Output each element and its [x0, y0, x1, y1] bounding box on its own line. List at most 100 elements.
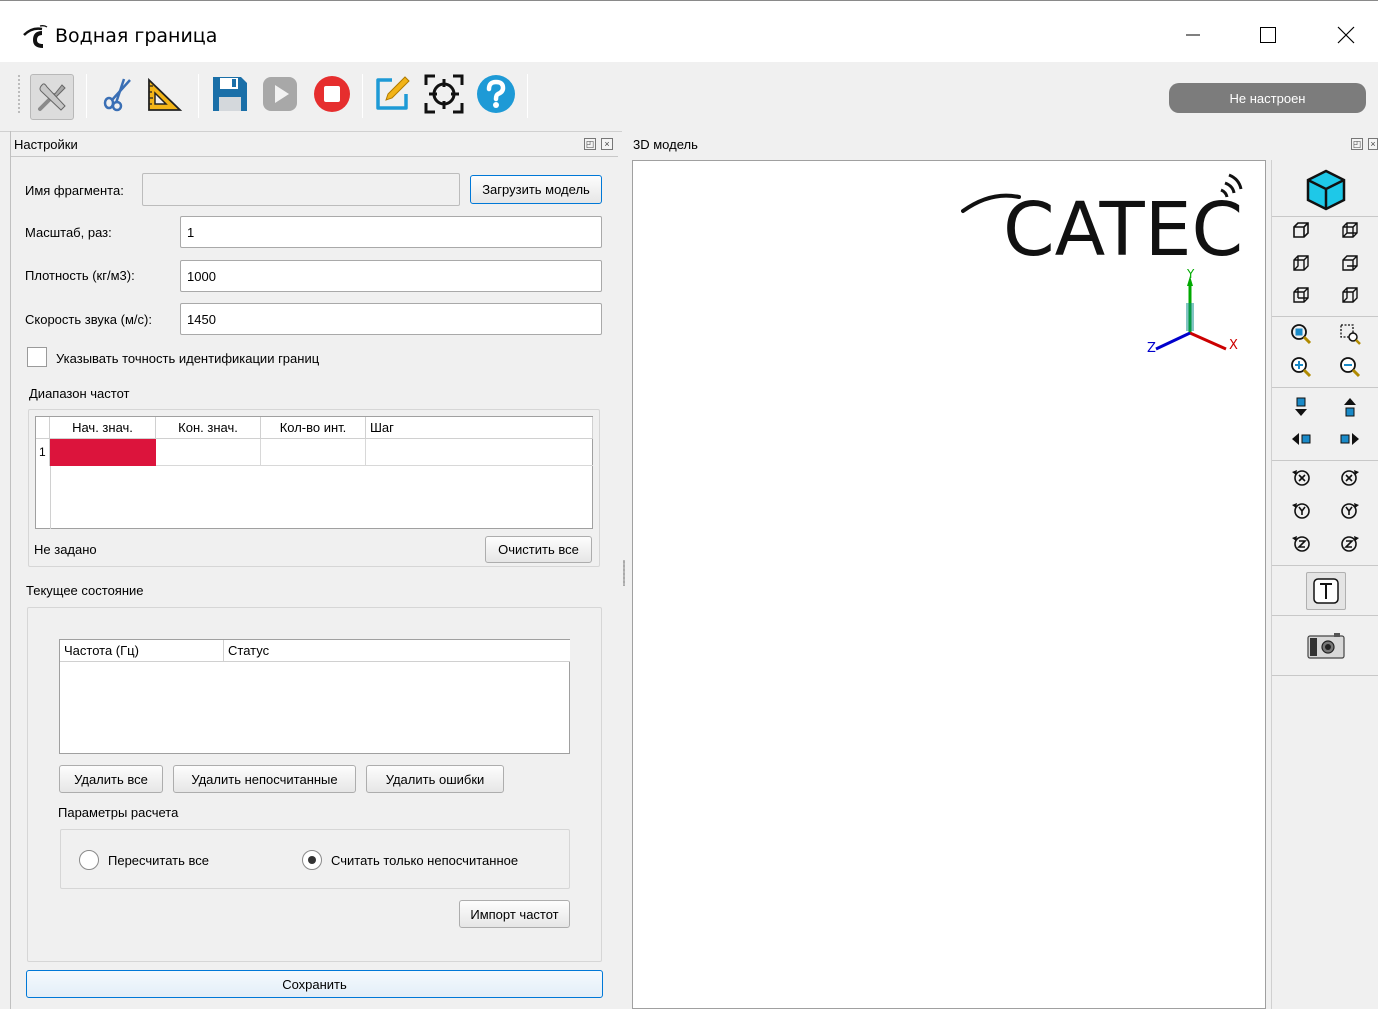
load-model-button[interactable]: Загрузить модель	[470, 175, 602, 204]
edit-button[interactable]	[370, 72, 414, 116]
delete-uncalculated-button[interactable]: Удалить непосчитанные	[173, 765, 356, 793]
recalc-all-radio[interactable]	[79, 850, 99, 870]
delete-errors-button[interactable]: Удалить ошибки	[366, 765, 504, 793]
table-cell-end[interactable]	[156, 439, 261, 466]
clear-all-button[interactable]: Очистить все	[485, 536, 592, 563]
only-uncalculated-radio[interactable]	[302, 850, 322, 870]
view-back-button[interactable]	[1336, 216, 1364, 244]
close-dock-icon[interactable]: ×	[601, 138, 613, 150]
float-icon[interactable]: ◰	[584, 138, 596, 150]
fragment-name-input[interactable]	[142, 173, 460, 206]
rotate-x-neg-button[interactable]	[1287, 463, 1315, 491]
table-header[interactable]: Частота (Гц)	[60, 640, 224, 662]
zoom-window-button[interactable]	[1336, 320, 1364, 348]
rotate-y-neg-button[interactable]	[1287, 496, 1315, 524]
view-toolbar-separator	[1272, 387, 1378, 388]
minimize-icon	[1186, 34, 1200, 36]
close-dock-icon[interactable]: ×	[1368, 138, 1378, 150]
view-toolbar-separator	[1272, 565, 1378, 566]
table-header[interactable]: Статус	[224, 640, 570, 662]
pan-right-icon	[1340, 433, 1359, 445]
minimize-button[interactable]	[1170, 15, 1216, 55]
toolbar-grip[interactable]	[17, 74, 21, 114]
view-toolbar-separator	[1272, 615, 1378, 616]
float-icon[interactable]: ◰	[1351, 138, 1363, 150]
pan-up-button[interactable]	[1336, 393, 1364, 421]
zoom-fit-icon	[1291, 324, 1312, 345]
table-header[interactable]: Шаг	[366, 417, 593, 439]
pan-left-icon	[1292, 433, 1311, 445]
row-index: 1	[36, 439, 50, 466]
zoom-in-button[interactable]	[1287, 353, 1315, 381]
recalc-all-label: Пересчитать все	[108, 853, 210, 868]
zoom-fit-button[interactable]	[1287, 320, 1315, 348]
help-icon	[477, 75, 515, 113]
sound-speed-input[interactable]: 1450	[180, 303, 602, 335]
rotate-y-neg-icon	[1292, 503, 1310, 519]
rotate-y-pos-button[interactable]	[1336, 496, 1364, 524]
table-header[interactable]: Кон. знач.	[156, 417, 261, 439]
table-corner	[36, 417, 50, 439]
window-title: Водная граница	[55, 25, 218, 47]
rotate-x-neg-icon	[1292, 470, 1310, 486]
iso-view-button[interactable]	[1304, 168, 1348, 212]
screenshot-button[interactable]	[1306, 630, 1346, 662]
pan-left-button[interactable]	[1287, 425, 1315, 453]
rotate-z-pos-button[interactable]	[1336, 529, 1364, 557]
table-cell-count[interactable]	[261, 439, 366, 466]
rotate-z-neg-icon	[1292, 536, 1310, 552]
save-toolbar-button[interactable]	[208, 72, 252, 116]
cut-button[interactable]	[96, 72, 140, 116]
settings-tools-button[interactable]	[30, 74, 74, 120]
target-button[interactable]	[422, 72, 466, 116]
ruler-triangle-icon	[148, 77, 183, 111]
view-bottom-button[interactable]	[1336, 281, 1364, 309]
table-cell-start[interactable]	[50, 439, 156, 466]
freq-range-table[interactable]: Нач. знач. Кон. знач. Кол-во инт. Шаг 1	[35, 416, 593, 529]
help-button[interactable]	[474, 72, 518, 116]
only-uncalculated-label: Считать только непосчитанное	[331, 853, 519, 868]
table-header[interactable]: Кол-во инт.	[261, 417, 366, 439]
pan-down-button[interactable]	[1287, 393, 1315, 421]
zoom-in-icon	[1291, 357, 1312, 378]
view-right-button[interactable]	[1336, 249, 1364, 277]
stop-button[interactable]	[310, 72, 354, 116]
delete-all-button[interactable]: Удалить все	[59, 765, 163, 793]
zoom-out-button[interactable]	[1336, 353, 1364, 381]
view-top-button[interactable]	[1287, 281, 1315, 309]
view-front-icon	[1293, 222, 1309, 238]
dock-divider	[11, 156, 618, 157]
import-frequencies-button[interactable]: Импорт частот	[459, 900, 570, 928]
precision-checkbox[interactable]	[27, 347, 47, 367]
target-icon	[424, 74, 464, 114]
view-left-icon	[1293, 255, 1309, 271]
rotate-z-neg-button[interactable]	[1287, 529, 1315, 557]
view-toolbar-separator	[1272, 316, 1378, 317]
freq-range-status: Не задано	[34, 542, 97, 557]
text-toggle-button[interactable]	[1306, 572, 1346, 610]
measure-button[interactable]	[144, 72, 188, 116]
density-input[interactable]: 1000	[180, 260, 602, 292]
view-left-button[interactable]	[1287, 249, 1315, 277]
table-cell-step[interactable]	[366, 439, 593, 466]
catec-logo: CATEC	[961, 173, 1243, 261]
table-header[interactable]: Нач. знач.	[50, 417, 156, 439]
freq-range-title: Диапазон частот	[29, 386, 130, 401]
close-button[interactable]	[1323, 15, 1369, 55]
play-button[interactable]	[258, 72, 302, 116]
settings-tools-icon	[38, 83, 66, 111]
save-button[interactable]: Сохранить	[26, 970, 603, 998]
maximize-button[interactable]	[1245, 15, 1291, 55]
view-front-button[interactable]	[1287, 216, 1315, 244]
pan-right-button[interactable]	[1336, 425, 1364, 453]
table-gridline	[50, 466, 51, 529]
rotate-x-pos-button[interactable]	[1336, 463, 1364, 491]
rotate-y-pos-icon	[1341, 503, 1359, 519]
current-state-table[interactable]: Частота (Гц) Статус	[59, 639, 570, 754]
splitter-handle[interactable]	[623, 560, 625, 586]
dock-border	[10, 131, 11, 1009]
status-badge: Не настроен	[1169, 83, 1366, 113]
scale-input[interactable]: 1	[180, 216, 602, 248]
3d-viewport[interactable]: CATEC Y X Z	[632, 160, 1266, 1009]
axis-label-y: Y	[1186, 267, 1195, 281]
